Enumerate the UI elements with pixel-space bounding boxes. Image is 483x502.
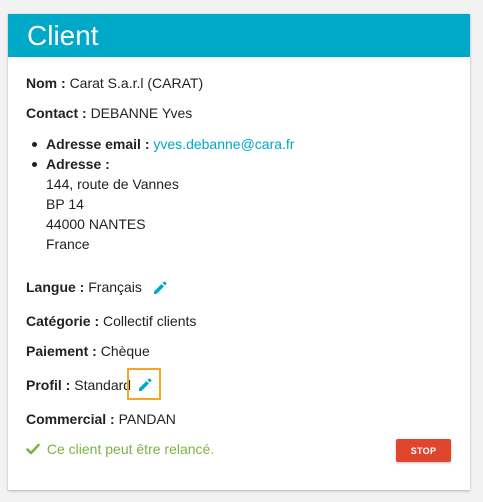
nom-row: Nom : Carat S.a.r.l (CARAT)	[26, 74, 203, 92]
card-title: Client	[27, 20, 99, 51]
categorie-label: Catégorie :	[26, 313, 100, 329]
contact-row: Contact : DEBANNE Yves	[26, 104, 192, 122]
profil-value: Standard	[74, 377, 132, 393]
email-link[interactable]: yves.debanne@cara.fr	[153, 136, 294, 152]
paiement-label: Paiement :	[26, 343, 97, 359]
categorie-value: Collectif clients	[103, 313, 197, 329]
card-header: Client	[8, 14, 470, 57]
paiement-row: Paiement : Chèque	[26, 342, 150, 360]
commercial-row: Commercial : PANDAN	[26, 410, 176, 428]
contact-details-list: Adresse email : yves.debanne@cara.fr Adr…	[26, 134, 294, 174]
profil-row: Profil : Standard	[26, 376, 131, 394]
commercial-label: Commercial :	[26, 411, 115, 427]
langue-value: Français	[88, 279, 142, 295]
stop-button[interactable]: STOP	[396, 439, 451, 462]
categorie-row: Catégorie : Collectif clients	[26, 312, 196, 330]
nom-label: Nom :	[26, 75, 66, 91]
paiement-value: Chèque	[100, 343, 150, 359]
status-message: Ce client peut être relancé.	[26, 440, 214, 458]
adresse-label: Adresse :	[46, 156, 110, 172]
adresse-line: 44000 NANTES	[46, 216, 146, 232]
status-text: Ce client peut être relancé.	[46, 441, 215, 457]
commercial-value: PANDAN	[118, 411, 176, 427]
adresse-block: 144, route de Vannes BP 14 44000 NANTES …	[26, 174, 179, 254]
langue-row: Langue : Français	[26, 278, 168, 296]
client-card: Client Nom : Carat S.a.r.l (CARAT) Conta…	[8, 14, 470, 490]
profil-label: Profil :	[26, 377, 71, 393]
profil-edit-button[interactable]	[127, 368, 161, 400]
check-icon	[26, 442, 40, 456]
nom-value: Carat S.a.r.l (CARAT)	[69, 75, 204, 91]
adresse-line: 144, route de Vannes	[46, 176, 179, 192]
list-item: Adresse email : yves.debanne@cara.fr	[26, 134, 294, 154]
langue-label: Langue :	[26, 279, 85, 295]
pencil-icon[interactable]	[137, 377, 153, 393]
pencil-icon[interactable]	[152, 280, 168, 296]
adresse-line: BP 14	[46, 196, 84, 212]
email-label: Adresse email :	[46, 136, 150, 152]
adresse-line: France	[46, 236, 90, 252]
contact-label: Contact :	[26, 105, 87, 121]
contact-value: DEBANNE Yves	[90, 105, 193, 121]
list-item: Adresse :	[26, 154, 294, 174]
